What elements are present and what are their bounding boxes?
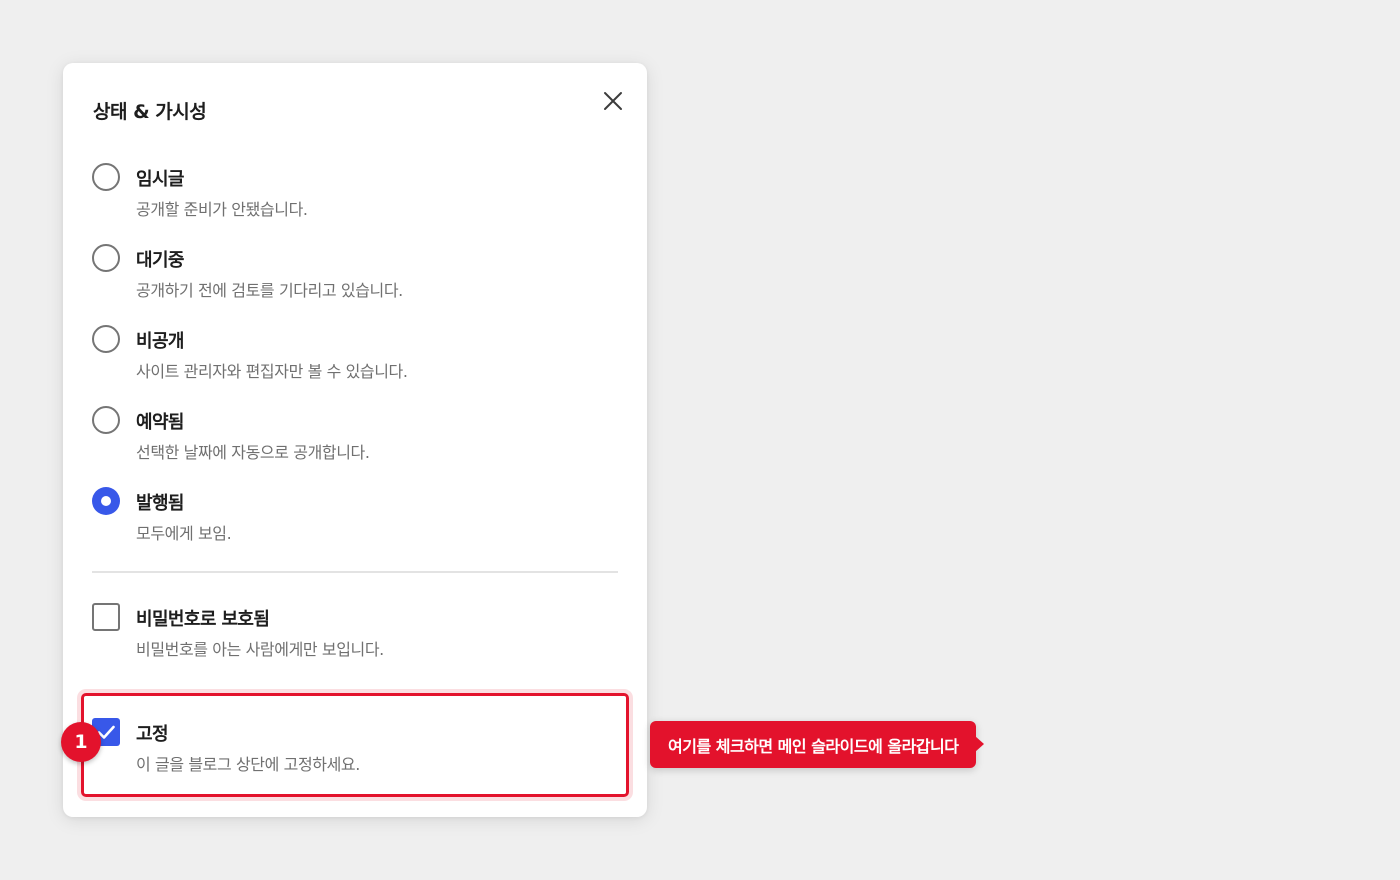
divider bbox=[92, 571, 618, 573]
password-protected-description: 비밀번호를 아는 사람에게만 보입니다. bbox=[136, 640, 384, 659]
radio-draft[interactable] bbox=[92, 163, 120, 191]
status-option-pending[interactable]: 대기중 공개하기 전에 검토를 기다리고 있습니다. bbox=[92, 244, 617, 314]
radio-scheduled[interactable] bbox=[92, 406, 120, 434]
status-option-label: 임시글 bbox=[136, 169, 184, 190]
status-option-description: 공개할 준비가 안됐습니다. bbox=[136, 200, 308, 219]
status-option-draft[interactable]: 임시글 공개할 준비가 안됐습니다. bbox=[92, 163, 617, 233]
status-option-published[interactable]: 발행됨 모두에게 보임. bbox=[92, 487, 617, 557]
status-option-private[interactable]: 비공개 사이트 관리자와 편집자만 볼 수 있습니다. bbox=[92, 325, 617, 395]
radio-pending[interactable] bbox=[92, 244, 120, 272]
status-option-description: 사이트 관리자와 편집자만 볼 수 있습니다. bbox=[136, 362, 408, 381]
status-option-description: 모두에게 보임. bbox=[136, 524, 232, 543]
status-option-description: 공개하기 전에 검토를 기다리고 있습니다. bbox=[136, 281, 403, 300]
status-option-scheduled[interactable]: 예약됨 선택한 날짜에 자동으로 공개합니다. bbox=[92, 406, 617, 476]
annotation-callout: 여기를 체크하면 메인 슬라이드에 올라갑니다 bbox=[650, 721, 985, 768]
status-option-label: 예약됨 bbox=[136, 412, 184, 433]
status-option-label: 발행됨 bbox=[136, 493, 184, 514]
status-option-label: 비공개 bbox=[136, 331, 184, 352]
password-protected-option[interactable]: 비밀번호로 보호됨 비밀번호를 아는 사람에게만 보입니다. bbox=[92, 603, 617, 673]
close-button[interactable] bbox=[599, 87, 627, 115]
close-icon bbox=[604, 92, 622, 110]
panel-title: 상태 & 가시성 bbox=[93, 101, 207, 123]
status-option-description: 선택한 날짜에 자동으로 공개합니다. bbox=[136, 443, 370, 462]
password-protected-checkbox[interactable] bbox=[92, 603, 120, 631]
radio-private[interactable] bbox=[92, 325, 120, 353]
annotation-highlight-box bbox=[81, 693, 629, 797]
status-option-label: 대기중 bbox=[136, 250, 184, 271]
radio-published[interactable] bbox=[92, 487, 120, 515]
annotation-step-marker: 1 bbox=[61, 722, 101, 762]
password-protected-label: 비밀번호로 보호됨 bbox=[136, 609, 270, 630]
